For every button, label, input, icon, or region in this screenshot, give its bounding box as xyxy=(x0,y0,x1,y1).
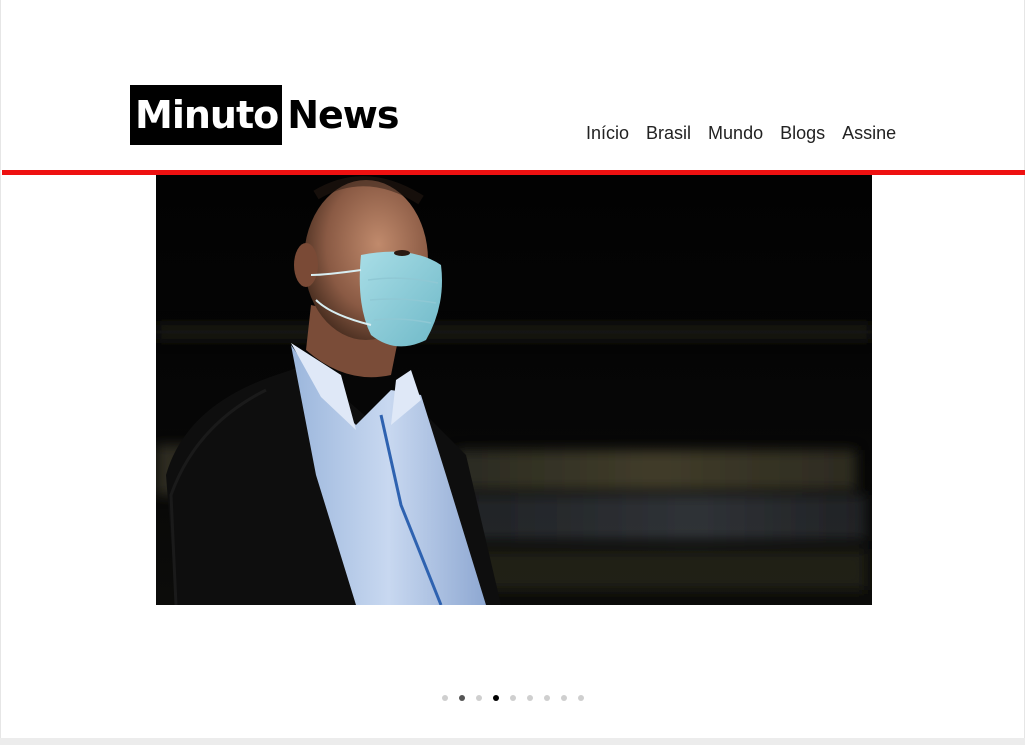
site-logo[interactable]: Minuto News xyxy=(130,85,400,145)
carousel-indicators xyxy=(442,695,584,701)
nav-item-blogs[interactable]: Blogs xyxy=(780,122,825,144)
carousel-dot[interactable] xyxy=(459,695,465,701)
carousel-dot[interactable] xyxy=(544,695,550,701)
carousel-dot[interactable] xyxy=(578,695,584,701)
nav-item-assine[interactable]: Assine xyxy=(842,122,896,144)
carousel-dot-active[interactable] xyxy=(493,695,499,701)
carousel-dot[interactable] xyxy=(527,695,533,701)
carousel-slide-image[interactable] xyxy=(156,175,872,605)
carousel-dot[interactable] xyxy=(442,695,448,701)
nav-item-brasil[interactable]: Brasil xyxy=(646,122,691,144)
carousel-dot[interactable] xyxy=(561,695,567,701)
logo-minuto-text: Minuto xyxy=(130,85,283,145)
hero-photo xyxy=(156,175,872,605)
main-nav: Início Brasil Mundo Blogs Assine xyxy=(586,122,896,144)
horizontal-scrollbar[interactable] xyxy=(0,738,1025,745)
carousel-dot[interactable] xyxy=(476,695,482,701)
page: Minuto News Início Brasil Mundo Blogs As… xyxy=(0,0,1025,738)
nav-item-mundo[interactable]: Mundo xyxy=(708,122,763,144)
carousel-dot[interactable] xyxy=(510,695,516,701)
nav-item-inicio[interactable]: Início xyxy=(586,122,629,144)
logo-news-text: News xyxy=(282,85,400,145)
